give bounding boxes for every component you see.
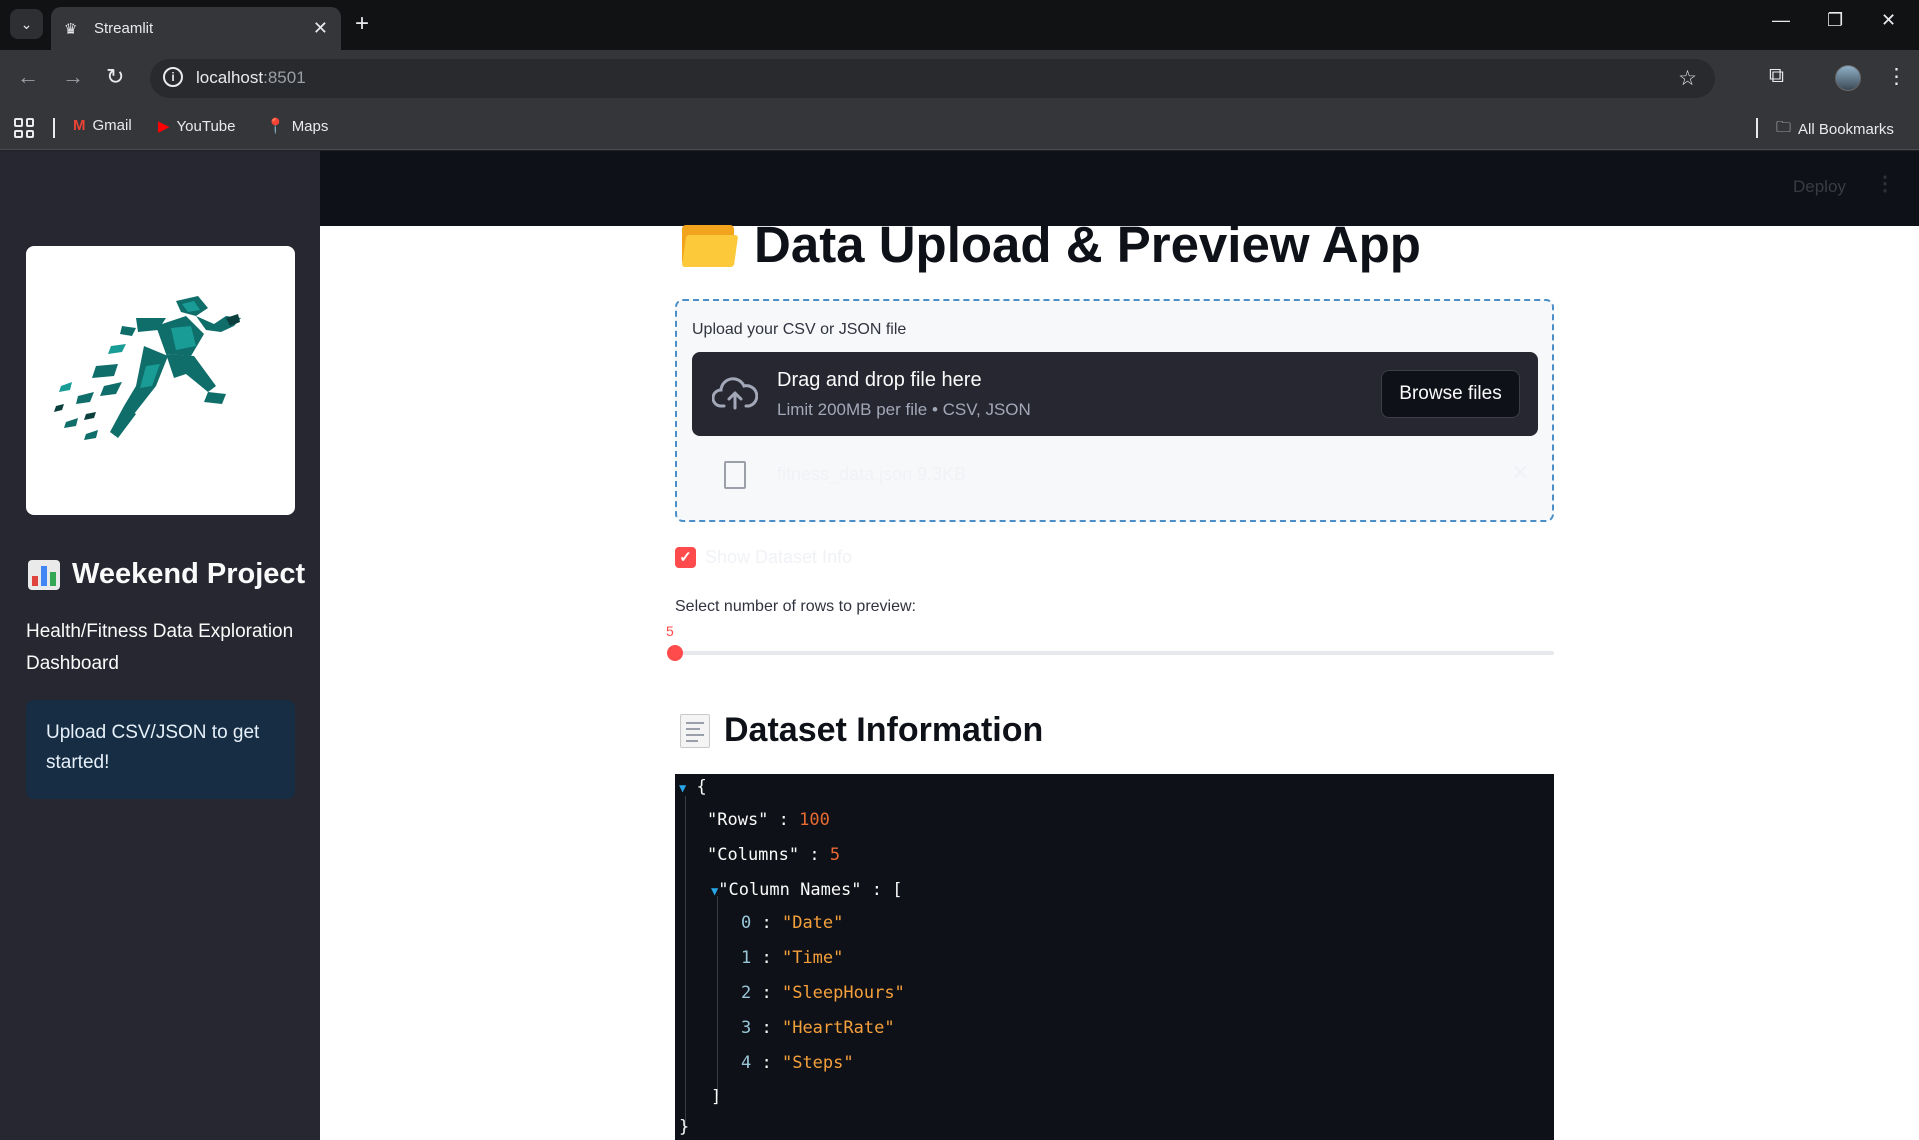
json-row-columns: "Columns" : 5 — [707, 845, 841, 865]
json-array-item: 3 : "HeartRate" — [741, 1018, 895, 1038]
bookmark-youtube[interactable]: ▶ YouTube — [158, 117, 236, 136]
browse-files-button[interactable]: Browse files — [1381, 370, 1520, 418]
folder-icon: 🗀 — [1776, 119, 1792, 136]
maps-pin-icon: 📍 — [266, 118, 285, 135]
url-text[interactable]: localhost:8501 — [196, 68, 306, 88]
runner-illustration — [54, 296, 241, 440]
json-array-close: ] — [711, 1087, 722, 1107]
runner-logo-image — [26, 246, 295, 515]
minimize-icon[interactable]: — — [1772, 10, 1790, 31]
main-content: Deploy ⋮ Data Upload & Preview App Uploa… — [320, 151, 1919, 1140]
json-row-rows: "Rows" : 100 — [707, 810, 830, 830]
bookmarks-divider — [1756, 118, 1758, 138]
show-info-checkbox[interactable]: ✓ — [675, 547, 696, 568]
remove-file-icon[interactable]: ✕ — [1511, 460, 1529, 486]
tab-title: Streamlit — [94, 20, 154, 37]
folder-icon — [680, 223, 739, 267]
json-guide-line — [685, 796, 686, 1130]
site-info-icon[interactable]: i — [163, 67, 183, 87]
json-array-item: 2 : "SleepHours" — [741, 983, 905, 1003]
json-array-item: 0 : "Date" — [741, 913, 844, 933]
address-bar[interactable]: i localhost:8501 ☆ — [150, 59, 1715, 98]
bookmarks-bar: M Gmail ▶ YouTube 📍 Maps 🗀 All Bookmarks — [0, 106, 1919, 150]
tab-strip: ⌄ ♛ Streamlit ✕ + — ❐ ✕ — [0, 0, 1919, 50]
sidebar: Weekend Project Health/Fitness Data Expl… — [0, 151, 320, 1140]
document-icon — [680, 713, 710, 748]
sidebar-title: Weekend Project — [28, 558, 305, 591]
back-icon[interactable]: ← — [17, 64, 39, 90]
rows-slider-thumb[interactable] — [667, 645, 683, 661]
sidebar-subtitle: Health/Fitness Data Exploration Dashboar… — [26, 621, 294, 674]
browser-toolbar: ← → ↻ i localhost:8501 ☆ ⧉ ⋮ — [0, 50, 1919, 106]
restore-icon[interactable]: ❐ — [1827, 10, 1843, 31]
deploy-button[interactable]: Deploy — [1793, 177, 1846, 197]
rows-slider-track[interactable] — [667, 645, 1554, 661]
youtube-icon: ▶ — [158, 118, 170, 135]
gmail-icon: M — [73, 117, 86, 134]
info-alert: Upload CSV/JSON to get started! — [26, 700, 295, 799]
browser-chrome: ⌄ ♛ Streamlit ✕ + — ❐ ✕ ← → ↻ i localhos… — [0, 0, 1919, 151]
uploader-label: Upload your CSV or JSON file — [692, 321, 907, 338]
rows-slider-label: Select number of rows to preview: — [675, 598, 916, 615]
file-uploader: Upload your CSV or JSON file Drag and dr… — [675, 299, 1554, 522]
bookmarks-divider — [53, 118, 55, 138]
uploaded-file-name: fitness_data.json 9.3KB — [777, 464, 967, 484]
tab-close-icon[interactable]: ✕ — [313, 18, 328, 39]
browser-tab[interactable]: ♛ Streamlit ✕ — [51, 7, 341, 50]
drop-zone-title: Drag and drop file here — [777, 369, 982, 391]
reload-icon[interactable]: ↻ — [106, 64, 124, 90]
main-menu-icon[interactable]: ⋮ — [1875, 171, 1895, 196]
bookmark-gmail[interactable]: M Gmail — [73, 117, 132, 134]
drop-zone[interactable]: Drag and drop file here Limit 200MB per … — [692, 352, 1538, 436]
cloud-upload-icon — [712, 377, 758, 410]
forward-icon[interactable]: → — [62, 64, 84, 90]
json-array-item: 1 : "Time" — [741, 948, 844, 968]
page-title: Data Upload & Preview App — [680, 215, 1421, 274]
section-title: Dataset Information — [680, 711, 1043, 750]
json-guide-line — [717, 896, 718, 1096]
profile-avatar[interactable] — [1835, 65, 1861, 91]
streamlit-favicon-icon: ♛ — [64, 20, 78, 38]
json-root-close: } — [679, 1117, 690, 1137]
file-icon — [724, 461, 746, 489]
show-info-label[interactable]: Show Dataset Info — [705, 547, 852, 568]
window-close-icon[interactable]: ✕ — [1881, 10, 1896, 31]
all-bookmarks[interactable]: 🗀 All Bookmarks — [1776, 117, 1894, 142]
json-array-item: 4 : "Steps" — [741, 1053, 854, 1073]
bookmark-maps[interactable]: 📍 Maps — [266, 117, 328, 136]
drop-zone-limit: Limit 200MB per file • CSV, JSON — [777, 400, 1031, 419]
new-tab-button[interactable]: + — [355, 10, 369, 38]
rows-slider-value: 5 — [666, 623, 674, 639]
bar-chart-icon — [28, 559, 60, 590]
json-viewer: ▼ { "Rows" : 100 "Columns" : 5 ▼"Column … — [675, 774, 1554, 1140]
uploaded-file-row: fitness_data.json 9.3KB ✕ — [692, 453, 1538, 503]
browser-menu-icon[interactable]: ⋮ — [1886, 64, 1907, 89]
json-row-column-names[interactable]: ▼"Column Names" : [ — [711, 880, 902, 900]
collapse-icon: ▼ — [679, 781, 687, 795]
tab-search-button[interactable]: ⌄ — [10, 9, 43, 39]
bookmark-star-icon[interactable]: ☆ — [1678, 66, 1697, 91]
json-root-open[interactable]: ▼ { — [679, 777, 707, 797]
apps-grid-icon[interactable] — [14, 118, 34, 138]
extensions-icon[interactable]: ⧉ — [1769, 64, 1784, 88]
